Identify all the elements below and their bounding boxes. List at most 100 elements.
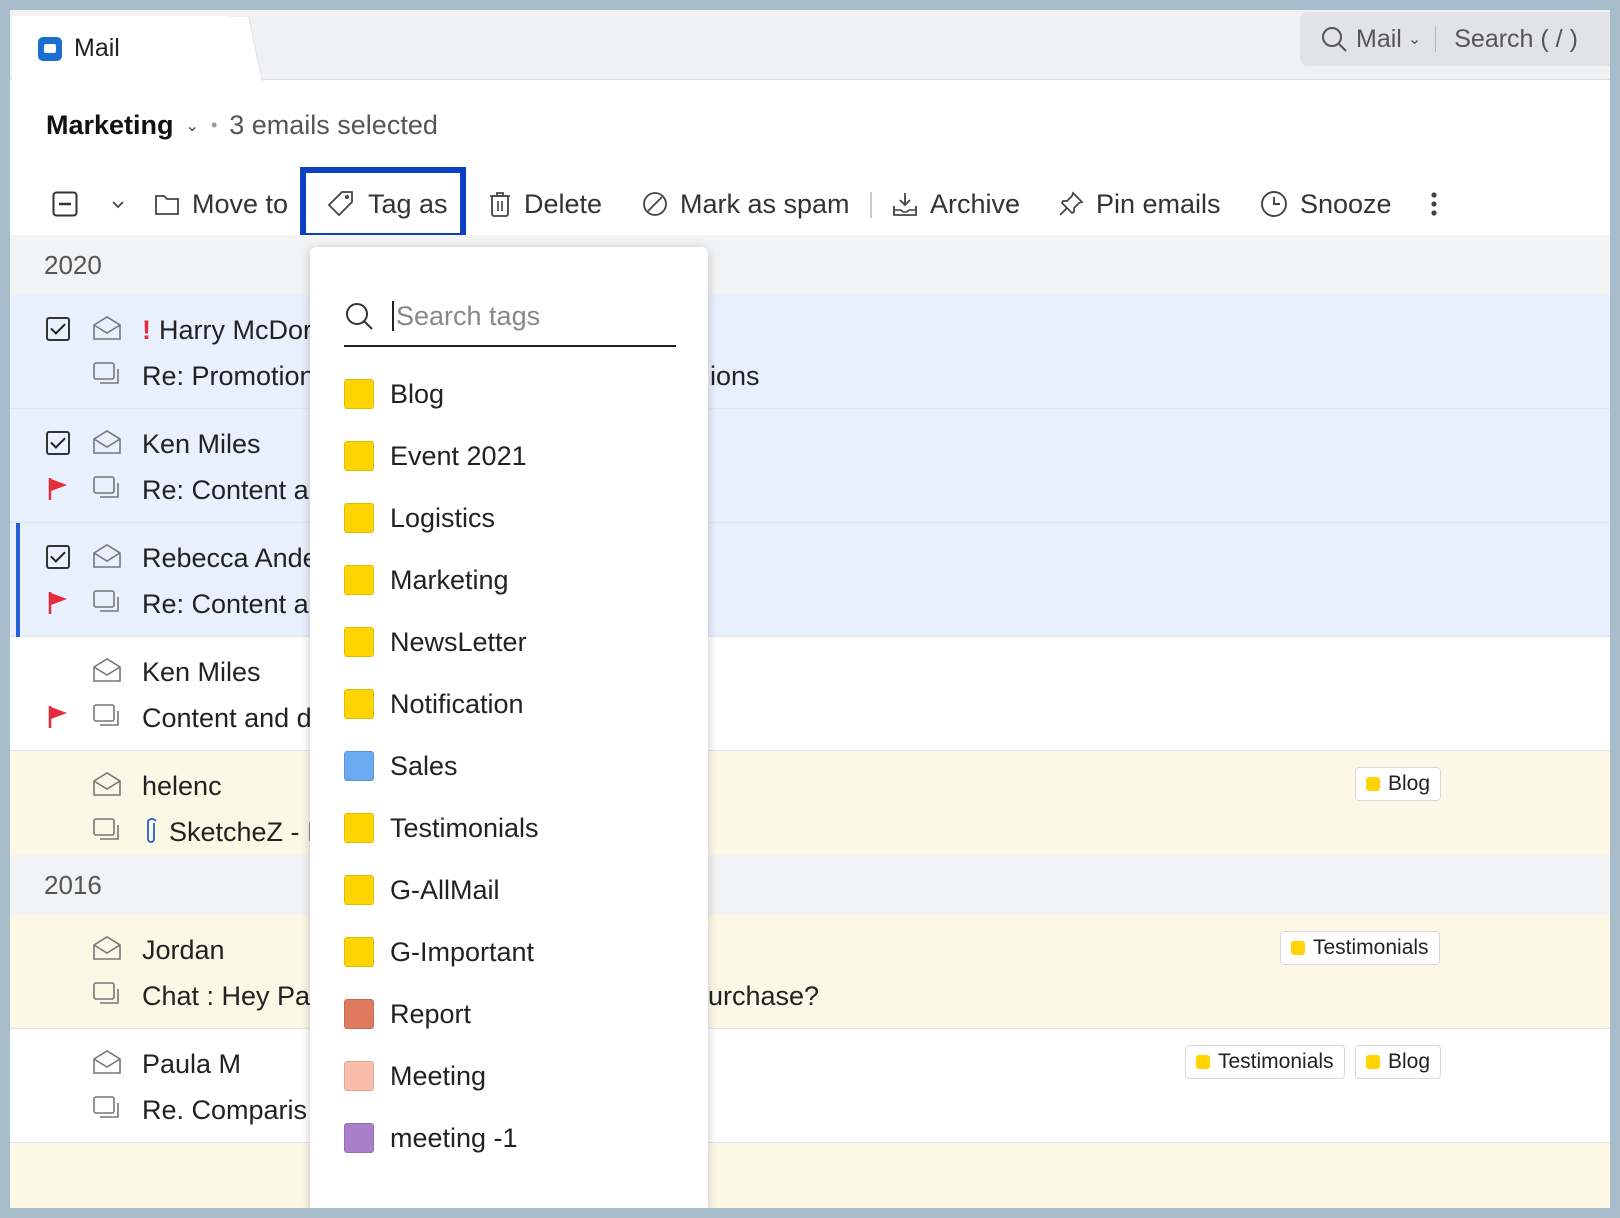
tag-as-button[interactable]: Tag as [326,170,448,238]
envelope-open-icon [93,936,121,960]
tag-option[interactable]: NewsLetter [344,619,527,665]
tag-option[interactable]: Sales [344,743,458,789]
tag-chip[interactable]: Testimonials [1280,931,1440,965]
email-sender: Harry McDor [159,315,312,345]
tag-color-swatch [344,751,374,781]
pin-icon [1059,191,1084,216]
tag-search [344,287,676,347]
thread-icon [93,590,119,612]
email-subject: Content and d [142,703,312,733]
global-search[interactable]: Mail ⌄ Search ( / ) [1300,12,1610,66]
more-actions-button[interactable] [1430,170,1438,238]
email-subject: Re: Content ar [142,589,318,619]
email-sender: Jordan [142,935,225,965]
search-icon [1322,27,1347,52]
flag-icon[interactable] [48,705,68,729]
tag-color-dot [1366,777,1380,791]
tag-option[interactable]: G-AllMail [344,867,500,913]
active-row-indicator [16,523,20,637]
tag-option[interactable]: Meeting [344,1053,486,1099]
email-row[interactable]: Ken Miles Re: Content ar [10,409,1610,523]
email-row[interactable]: Ken Miles Content and d [10,637,1610,751]
tag-color-swatch [344,1061,374,1091]
email-sender: Ken Miles [142,429,261,459]
tag-option[interactable]: Logistics [344,495,495,541]
flag-icon[interactable] [48,477,68,501]
tag-color-dot [1366,1055,1380,1069]
tag-color-swatch [344,379,374,409]
tag-option-label: meeting -1 [390,1122,518,1153]
email-row[interactable] [10,1143,1610,1208]
tag-color-swatch [344,875,374,905]
envelope-open-icon [93,544,121,568]
email-sender: Paula M [142,1049,242,1079]
tag-chip[interactable]: Blog [1355,1045,1442,1079]
delete-button[interactable]: Delete [488,170,602,238]
chevron-down-icon[interactable] [110,196,126,212]
archive-icon [893,193,917,216]
tag-icon [327,191,353,217]
tag-option[interactable]: Blog [344,371,444,417]
search-divider [1435,26,1437,52]
tag-color-swatch [344,503,374,533]
tag-option-label: Marketing [390,564,509,595]
thread-icon [93,982,119,1004]
app-tab-mail[interactable]: Mail [12,16,238,81]
email-subject: Re. Comparis [142,1095,308,1125]
thread-icon [93,818,119,840]
tag-color-swatch [344,937,374,967]
envelope-open-icon [93,1050,121,1074]
tag-option-label: Logistics [390,502,496,533]
envelope-open-icon [93,430,121,454]
tag-option[interactable]: Event 2021 [344,433,527,479]
more-vertical-icon[interactable] [1430,191,1438,217]
selected-count: 3 emails selected [229,110,438,140]
tag-option-label: Meeting [390,1060,487,1091]
flag-icon[interactable] [48,591,68,615]
tag-color-swatch [344,813,374,843]
search-scope[interactable]: Mail [1356,25,1402,54]
email-row[interactable]: Paula M Re. Comparis Testimonials Blog [10,1029,1610,1143]
move-to-button[interactable]: Move to [154,170,288,238]
mark-as-spam-button[interactable]: Mark as spam [642,170,850,238]
tag-option[interactable]: Notification [344,681,524,727]
tag-search-input[interactable] [392,301,662,331]
email-row[interactable]: ! Harry McDor Re: Promotion ions [10,295,1610,409]
tag-color-swatch [344,689,374,719]
archive-label: Archive [930,188,1021,219]
row-checkbox[interactable] [46,545,70,569]
tag-color-swatch [344,999,374,1029]
tag-chip[interactable]: Testimonials [1185,1045,1345,1079]
snooze-button[interactable]: Snooze [1260,170,1392,238]
partial-select-icon[interactable] [52,191,78,217]
tag-color-swatch [344,565,374,595]
tag-option[interactable]: Testimonials [344,805,539,851]
tag-color-swatch [344,441,374,471]
email-subject: SketcheZ - I [169,817,315,847]
tag-dropdown: Blog Event 2021 Logistics Marketing NewsLett… [310,247,708,1208]
folder-header: Marketing ⌄ • 3 emails selected [46,110,438,141]
search-placeholder[interactable]: Search ( / ) [1454,25,1578,54]
tag-option[interactable]: meeting -1 [344,1115,518,1161]
email-row[interactable]: Rebecca Ande Re: Content ar [10,523,1610,637]
move-to-label: Move to [192,188,289,219]
tag-option[interactable]: Marketing [344,557,509,603]
chevron-down-icon[interactable]: ⌄ [1408,29,1421,49]
tag-option[interactable]: G-Important [344,929,534,975]
row-checkbox[interactable] [46,317,70,341]
folder-name[interactable]: Marketing [46,110,174,141]
mark-as-spam-label: Mark as spam [680,188,850,219]
tag-option-label: Sales [390,750,458,781]
pin-emails-button[interactable]: Pin emails [1058,170,1221,238]
select-toggle[interactable] [52,170,126,238]
group-header-2020: 2020 [10,235,1610,295]
toolbar: Move to Tag as Delete Mark as spam Archi… [10,167,1610,239]
archive-button[interactable]: Archive [892,170,1020,238]
email-row[interactable]: Jordan Chat : Hey Pa urchase? Testimonia… [10,915,1610,1029]
row-checkbox[interactable] [46,431,70,455]
tag-chip[interactable]: Blog [1355,767,1442,801]
chevron-down-icon[interactable]: ⌄ [186,116,199,136]
email-subject: Re: Promotion [142,361,315,391]
tag-option[interactable]: Report [344,991,471,1037]
email-row[interactable]: helenc SketcheZ - I Blog [10,751,1610,865]
